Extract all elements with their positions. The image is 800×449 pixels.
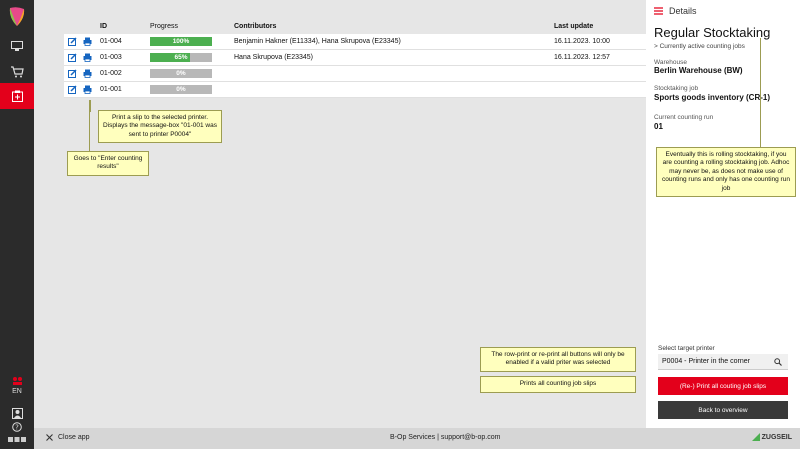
tip-pointer: [90, 100, 91, 112]
edit-icon[interactable]: [68, 37, 77, 46]
close-icon: [46, 434, 53, 441]
tooltip-print-slip: Print a slip to the selected printer. Di…: [98, 110, 222, 144]
help-icon: ?: [12, 422, 22, 432]
table-header: ID Progress Contributors Last update: [64, 18, 654, 34]
table-row[interactable]: 01-004 100% Benjamin Hakner (E11334), Ha…: [64, 34, 654, 50]
table-row[interactable]: 01-003 65% Hana Skrupova (E23345) 16.11.…: [64, 50, 654, 66]
app-logo: [9, 7, 25, 26]
cart-icon: [10, 66, 24, 78]
tooltip-printer-enable: The row-print or re-print all buttons wi…: [480, 347, 636, 372]
counting-jobs-table: ID Progress Contributors Last update 01-…: [64, 18, 654, 98]
progress-bar: 100%: [150, 37, 212, 46]
breadcrumb: > Currently active counting jobs: [654, 43, 745, 50]
progress-bar: 0%: [150, 85, 212, 94]
user-icon: [11, 407, 23, 419]
run-value: 01: [654, 122, 663, 131]
panel-header: Details: [654, 6, 697, 16]
footer: Close app B-Op Services | support@b-op.c…: [34, 428, 800, 449]
nav-stocktaking[interactable]: [0, 83, 34, 109]
print-all-button[interactable]: (Re-) Print all couting job slips: [658, 377, 788, 395]
cell-progress: 0%: [150, 85, 234, 94]
header-contributors[interactable]: Contributors: [234, 23, 554, 30]
printer-label: Select target printer: [658, 345, 715, 352]
cell-contributors: Hana Skrupova (E23345): [234, 54, 313, 61]
job-label: Stocktaking job: [654, 85, 699, 92]
edit-icon[interactable]: [68, 69, 77, 78]
nav-cart[interactable]: [0, 59, 34, 85]
warehouse-value: Berlin Warehouse (BW): [654, 66, 743, 75]
main-area: ID Progress Contributors Last update 01-…: [34, 0, 654, 428]
menu-icon[interactable]: [654, 7, 663, 15]
close-app-label: Close app: [58, 434, 90, 441]
cell-id: 01-002: [100, 70, 122, 77]
brand-logo: ZUGSEIL: [751, 433, 792, 441]
header-id[interactable]: ID: [98, 23, 150, 30]
header-last-update[interactable]: Last update: [554, 23, 620, 30]
search-icon[interactable]: [774, 357, 782, 366]
progress-bar: 65%: [150, 53, 212, 62]
row-actions: [64, 85, 98, 94]
edit-icon[interactable]: [68, 85, 77, 94]
table-row[interactable]: 01-002 0%: [64, 66, 654, 82]
progress-label: 100%: [172, 38, 190, 45]
details-panel: Details Regular Stocktaking > Currently …: [646, 0, 800, 428]
tip-pointer: [760, 38, 761, 148]
cell-id: 01-001: [100, 86, 122, 93]
row-actions: [64, 37, 98, 46]
progress-label: 0%: [176, 86, 186, 93]
svg-text:?: ?: [15, 424, 19, 432]
print-icon[interactable]: [83, 37, 92, 46]
cell-last-update: 16.11.2023. 10:00: [554, 38, 610, 45]
warehouse-label: Warehouse: [654, 59, 687, 66]
printer-value: P0004 - Printer in the corner: [662, 358, 750, 365]
tooltip-print-all: Prints all counting job slips: [480, 376, 636, 393]
close-app-button[interactable]: Close app: [46, 434, 90, 441]
back-button[interactable]: Back to overview: [658, 401, 788, 419]
cell-progress: 0%: [150, 69, 234, 78]
cell-contributors: Benjamin Hakner (E11334), Hana Skrupova …: [234, 38, 401, 45]
print-icon[interactable]: [83, 85, 92, 94]
cell-last-update: 16.11.2023. 12:57: [554, 54, 610, 61]
clipboard-icon: [11, 90, 23, 102]
cell-progress: 65%: [150, 53, 234, 62]
printer-search-input[interactable]: P0004 - Printer in the corner: [658, 354, 788, 370]
team-icon: [12, 377, 22, 385]
nav-help[interactable]: ?: [0, 418, 34, 436]
header-progress[interactable]: Progress: [150, 23, 234, 30]
tooltip-rolling: Eventually this is rolling stocktaking, …: [656, 147, 796, 198]
panel-header-label: Details: [669, 6, 697, 16]
nav-monitor[interactable]: [0, 33, 34, 59]
print-icon[interactable]: [83, 69, 92, 78]
table-row[interactable]: 01-001 0%: [64, 82, 654, 98]
cell-id: 01-004: [100, 38, 122, 45]
tooltip-enter-results: Goes to "Enter counting results": [67, 151, 149, 176]
edit-icon[interactable]: [68, 53, 77, 62]
monitor-icon: [11, 40, 23, 51]
print-icon[interactable]: [83, 53, 92, 62]
page-title: Regular Stocktaking: [654, 25, 771, 40]
language-selector[interactable]: EN: [0, 388, 34, 395]
progress-label: 0%: [176, 70, 186, 77]
cell-id: 01-003: [100, 54, 122, 61]
row-actions: [64, 69, 98, 78]
bop-logo: [8, 437, 26, 442]
brand-mark-icon: [751, 433, 760, 441]
progress-label: 65%: [174, 54, 188, 61]
brand-name: ZUGSEIL: [761, 433, 792, 441]
cell-progress: 100%: [150, 37, 234, 46]
sidebar: EN ?: [0, 0, 34, 449]
progress-bar: 0%: [150, 69, 212, 78]
job-value: Sports goods inventory (CR-1): [654, 93, 771, 102]
support-info: B-Op Services | support@b-op.com: [390, 434, 501, 441]
row-actions: [64, 53, 98, 62]
run-label: Current counting run: [654, 114, 714, 121]
